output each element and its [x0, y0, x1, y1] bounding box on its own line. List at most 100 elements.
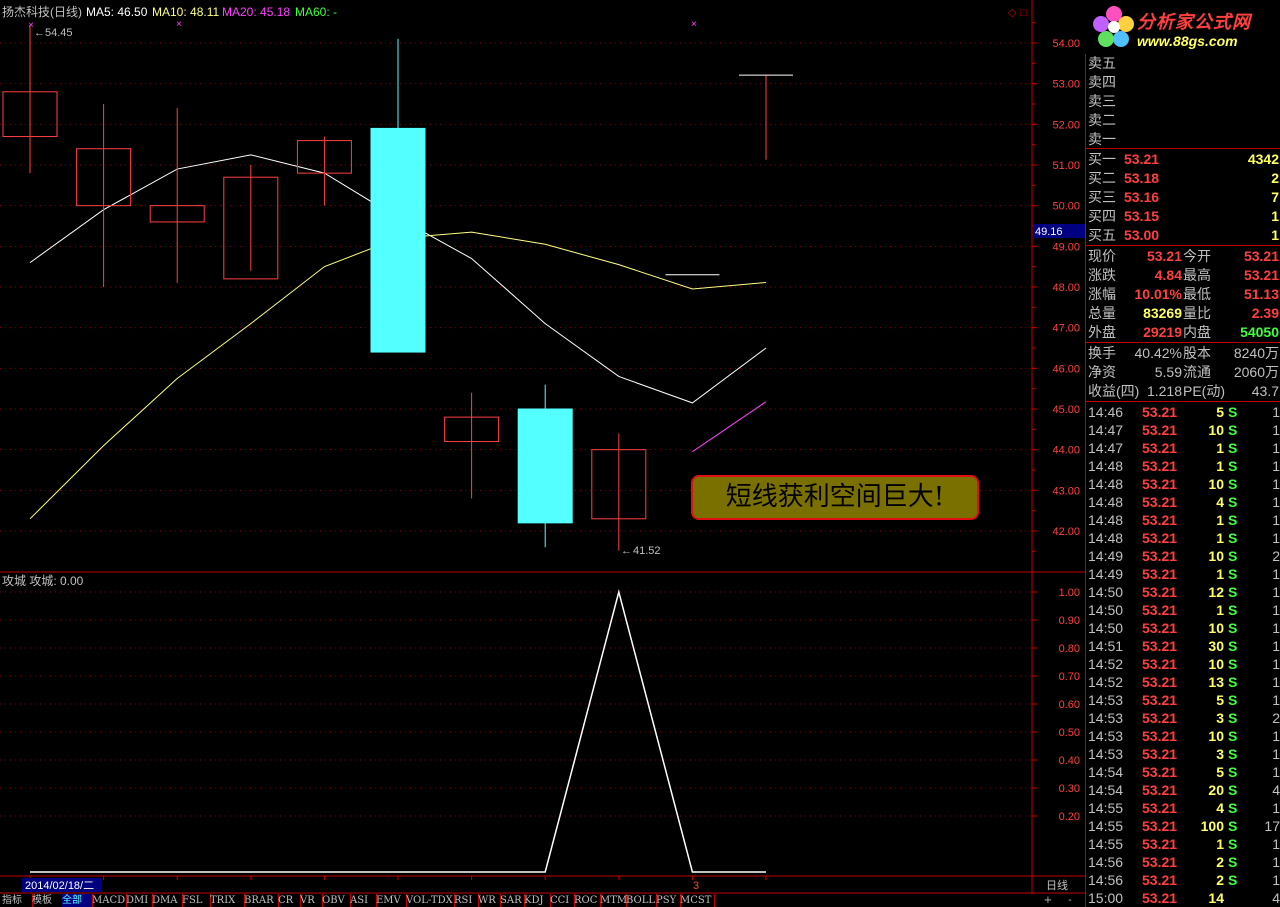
high-arrow-icon: ←	[34, 27, 45, 39]
stat-label: PE(动)	[1183, 383, 1225, 399]
zoom-out-button[interactable]: -	[1060, 894, 1080, 907]
tick-time: 14:56	[1088, 854, 1124, 870]
tick-time: 14:55	[1088, 818, 1124, 834]
sell-row: 卖一	[1086, 130, 1280, 148]
tab-emv[interactable]: EMV	[376, 894, 407, 907]
tick-side: S	[1228, 818, 1238, 834]
high-label: 54.45	[45, 27, 73, 39]
tick-volume: 2	[1216, 854, 1224, 870]
stat-label: 涨跌	[1088, 267, 1116, 283]
tick-time: 14:52	[1088, 674, 1124, 690]
tab-指标[interactable]: 指标	[2, 894, 33, 907]
tick-volume: 10	[1208, 422, 1224, 438]
tick-side: S	[1228, 836, 1238, 852]
tab-fsl[interactable]: FSL	[182, 894, 211, 907]
indicator-tick-label: 1.00	[1059, 587, 1080, 599]
tab-obv[interactable]: OBV	[322, 894, 351, 907]
tab-psy[interactable]: PSY	[656, 894, 681, 907]
tick-price: 53.21	[1142, 440, 1178, 456]
tick-volume: 20	[1208, 782, 1224, 798]
tab-mcst[interactable]: MCST	[680, 894, 715, 907]
tick-row: 14:51 53.21 30 S 1	[1086, 637, 1280, 655]
tab-trix[interactable]: TRIX	[210, 894, 245, 907]
tab-cr[interactable]: CR	[278, 894, 301, 907]
stat-label: 涨幅	[1088, 286, 1116, 302]
tick-price: 53.21	[1142, 602, 1178, 618]
buy-row: 买一 53.21 4342	[1086, 150, 1280, 168]
tick-time: 14:51	[1088, 638, 1124, 654]
tab-dma[interactable]: DMA	[152, 894, 183, 907]
tick-row: 14:55 53.21 1 S 1	[1086, 835, 1280, 853]
tab-模板[interactable]: 模板	[32, 894, 63, 907]
tick-row: 14:48 53.21 1 S 1	[1086, 529, 1280, 547]
tick-side: S	[1228, 548, 1238, 564]
tick-row: 14:47 53.21 10 S 1	[1086, 421, 1280, 439]
tick-side: S	[1228, 710, 1238, 726]
window-icon[interactable]: □	[1020, 7, 1027, 19]
tick-price: 53.21	[1142, 854, 1178, 870]
buy-volume: 4342	[1247, 151, 1279, 167]
stat-label: 外盘	[1088, 324, 1116, 340]
tab-vr[interactable]: VR	[300, 894, 323, 907]
tab-全部[interactable]: 全部	[62, 894, 93, 907]
tab-boll[interactable]: BOLL	[626, 894, 657, 907]
tick-price: 53.21	[1142, 620, 1178, 636]
price-tick-label: 45.00	[1052, 404, 1080, 416]
tab-dmi[interactable]: DMI	[126, 894, 153, 907]
tick-row: 14:53 53.21 3 S 1	[1086, 745, 1280, 763]
star-marker-icon: ×	[691, 19, 697, 30]
buy-row: 买五 53.00 1	[1086, 226, 1280, 244]
stat-row: 现价 53.21 今开 53.21	[1086, 247, 1280, 265]
zoom-in-button[interactable]: +	[1038, 894, 1058, 907]
indicator-tick-label: 0.20	[1059, 811, 1080, 823]
tick-time: 14:54	[1088, 764, 1124, 780]
tick-side: S	[1228, 746, 1238, 762]
divider	[1086, 342, 1280, 343]
tab-wr[interactable]: WR	[478, 894, 501, 907]
tick-count: 1	[1272, 836, 1280, 852]
stat-value: 40.42%	[1134, 345, 1182, 361]
tab-vol-tdx[interactable]: VOL-TDX	[406, 894, 455, 907]
indicator-tick-label: 0.90	[1059, 615, 1080, 627]
tick-time: 14:55	[1088, 800, 1124, 816]
buy-volume: 1	[1271, 208, 1279, 224]
tick-count: 2	[1272, 548, 1280, 564]
stat-row: 换手 40.42% 股本 8240万	[1086, 344, 1280, 362]
tab-rsi[interactable]: RSI	[454, 894, 479, 907]
tick-count: 1	[1272, 404, 1280, 420]
tick-row: 14:55 53.21 4 S 1	[1086, 799, 1280, 817]
tick-row: 14:48 53.21 4 S 1	[1086, 493, 1280, 511]
tab-roc[interactable]: ROC	[574, 894, 601, 907]
tick-count: 1	[1272, 566, 1280, 582]
tick-count: 1	[1272, 620, 1280, 636]
tab-kdj[interactable]: KDJ	[524, 894, 551, 907]
tick-price: 53.21	[1142, 494, 1178, 510]
tick-price: 53.21	[1142, 746, 1178, 762]
tab-mtm[interactable]: MTM	[600, 894, 627, 907]
tick-volume: 14	[1208, 890, 1224, 906]
tab-macd[interactable]: MACD	[92, 894, 127, 907]
tab-sar[interactable]: SAR	[500, 894, 525, 907]
tab-brar[interactable]: BRAR	[244, 894, 279, 907]
period-label[interactable]: 日线	[1046, 878, 1068, 892]
indicator-title: 攻城 攻城: 0.00	[2, 574, 84, 588]
chart-area[interactable]: 1.00 0.90 0.80 0.70 0.60 0.50 0.40 0.30 0.20 54.…	[0, 0, 1085, 907]
tick-side: S	[1228, 602, 1238, 618]
stat-label: 股本	[1183, 345, 1211, 361]
tab-asi[interactable]: ASI	[350, 894, 377, 907]
tick-row: 14:48 53.21 1 S 1	[1086, 511, 1280, 529]
tick-count: 1	[1272, 692, 1280, 708]
buy-label: 买三	[1088, 189, 1116, 205]
tick-count: 1	[1272, 476, 1280, 492]
stat-label: 净资	[1088, 364, 1116, 380]
tick-volume: 1	[1216, 512, 1224, 528]
date-label: 2014/02/18/二	[25, 880, 94, 892]
tab-cci[interactable]: CCI	[550, 894, 575, 907]
stat-row: 收益(四) 1.218 PE(动) 43.7	[1086, 382, 1280, 400]
indicator-tick-label: 0.30	[1059, 783, 1080, 795]
diamond-icon[interactable]: ◇	[1008, 7, 1017, 19]
tick-volume: 12	[1208, 584, 1224, 600]
tick-price: 53.21	[1142, 584, 1178, 600]
stat-value: 10.01%	[1134, 286, 1182, 302]
price-tick-label: 51.00	[1052, 160, 1080, 172]
